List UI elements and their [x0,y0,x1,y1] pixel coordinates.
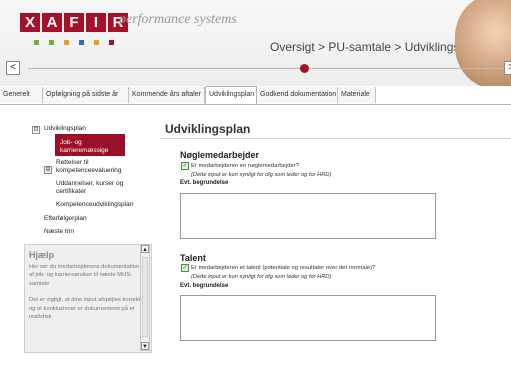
logo-tagline: performance systems [119,12,237,27]
logo-dot [94,40,99,45]
app-header: X A F I R performance systems Oversigt >… [0,0,511,86]
expand-icon[interactable]: ⊞ [44,166,52,174]
title-divider [160,138,511,139]
logo-dot [109,40,114,45]
question-noeglemedarbejder: Er medarbejderen en nøglemedarbejder? [191,163,300,169]
tree-item-uddannelser[interactable]: Uddannelser, kurser og certifikater [56,180,140,196]
logo-letter: F [64,13,84,32]
tab-godkend-dokumentation[interactable]: Godkend dokumentation [257,87,338,103]
section-title-talent: Talent [180,253,206,263]
xafir-logo: X A F I R [20,13,130,32]
logo-dot [64,40,69,45]
tab-kommende-aars-aftaler[interactable]: Kommende års aftaler [129,87,205,103]
checkbox-noeglemedarbejder[interactable]: ✓ [181,162,189,170]
tab-udviklingsplan[interactable]: Udviklingsplan [205,86,257,104]
progress-marker [300,64,309,73]
field-label-begrundelse: Evt. begrundelse [180,283,229,289]
textarea-begrundelse-talent[interactable] [180,295,436,341]
logo-dot [49,40,54,45]
progress-line [28,68,511,69]
header-photo [455,0,511,86]
checkbox-talent[interactable]: ✓ [181,264,189,272]
visibility-note: (Dette input er kun synligt for dig som … [191,274,332,280]
tree-item-kompetenceudvikling[interactable]: Kompetenceudviklingsplan [56,201,133,209]
page-title: Udviklingsplan [165,122,251,136]
logo-dot [34,40,39,45]
tree-item-rettelser[interactable]: Rettelser til kompetenceevaluering [56,159,140,175]
logo-letter: I [86,13,106,32]
tree-item-naeste-trin[interactable]: Næste trin [44,228,74,236]
scroll-down-icon[interactable]: ▼ [141,342,149,350]
tree-item-udviklingsplan[interactable]: Udviklingsplan [44,125,86,133]
question-talent: Er medarbejderen et talent (potentiale o… [191,265,376,271]
scroll-up-icon[interactable]: ▲ [141,245,149,253]
help-title: Hjælp [29,250,55,260]
section-title-noeglemedarbejder: Nøglemedarbejder [180,150,260,160]
help-paragraph: Her ser du medarbejderens dokumentation … [29,264,140,287]
help-panel: Hjælp Her ser du medarbejderens dokument… [24,244,152,353]
logo-letter: A [42,13,62,32]
tab-materiale[interactable]: Materiale [338,87,376,103]
tab-opfolgning[interactable]: Opfølgning på sidste år [43,87,129,103]
visibility-note: (Dette input er kun synligt for dig som … [191,172,332,178]
logo-dot [79,40,84,45]
field-label-begrundelse: Evt. begrundelse [180,180,229,186]
help-text: Her ser du medarbejderens dokumentation … [29,263,145,321]
scroll-thumb[interactable] [142,257,148,337]
nav-right-arrow-icon[interactable]: > [504,61,511,75]
help-paragraph: Det er vigtigt, at dine input afspejles … [29,297,142,321]
nav-left-arrow-icon[interactable]: < [6,61,20,75]
collapse-icon[interactable]: ⊟ [32,126,40,134]
help-scrollbar[interactable]: ▲ ▼ [140,244,150,351]
tab-generelt[interactable]: Generelt [0,87,43,103]
logo-letter: X [20,13,40,32]
logo-color-dots [34,40,124,45]
textarea-begrundelse-noeglemedarbejder[interactable] [180,193,436,239]
breadcrumb: Oversigt > PU-samtale > Udviklingsplan [270,40,483,54]
tree-item-efterfolgerplan[interactable]: Efterfølgerplan [44,215,87,223]
tab-bar: Generelt Opfølgning på sidste år Kommend… [0,86,511,105]
